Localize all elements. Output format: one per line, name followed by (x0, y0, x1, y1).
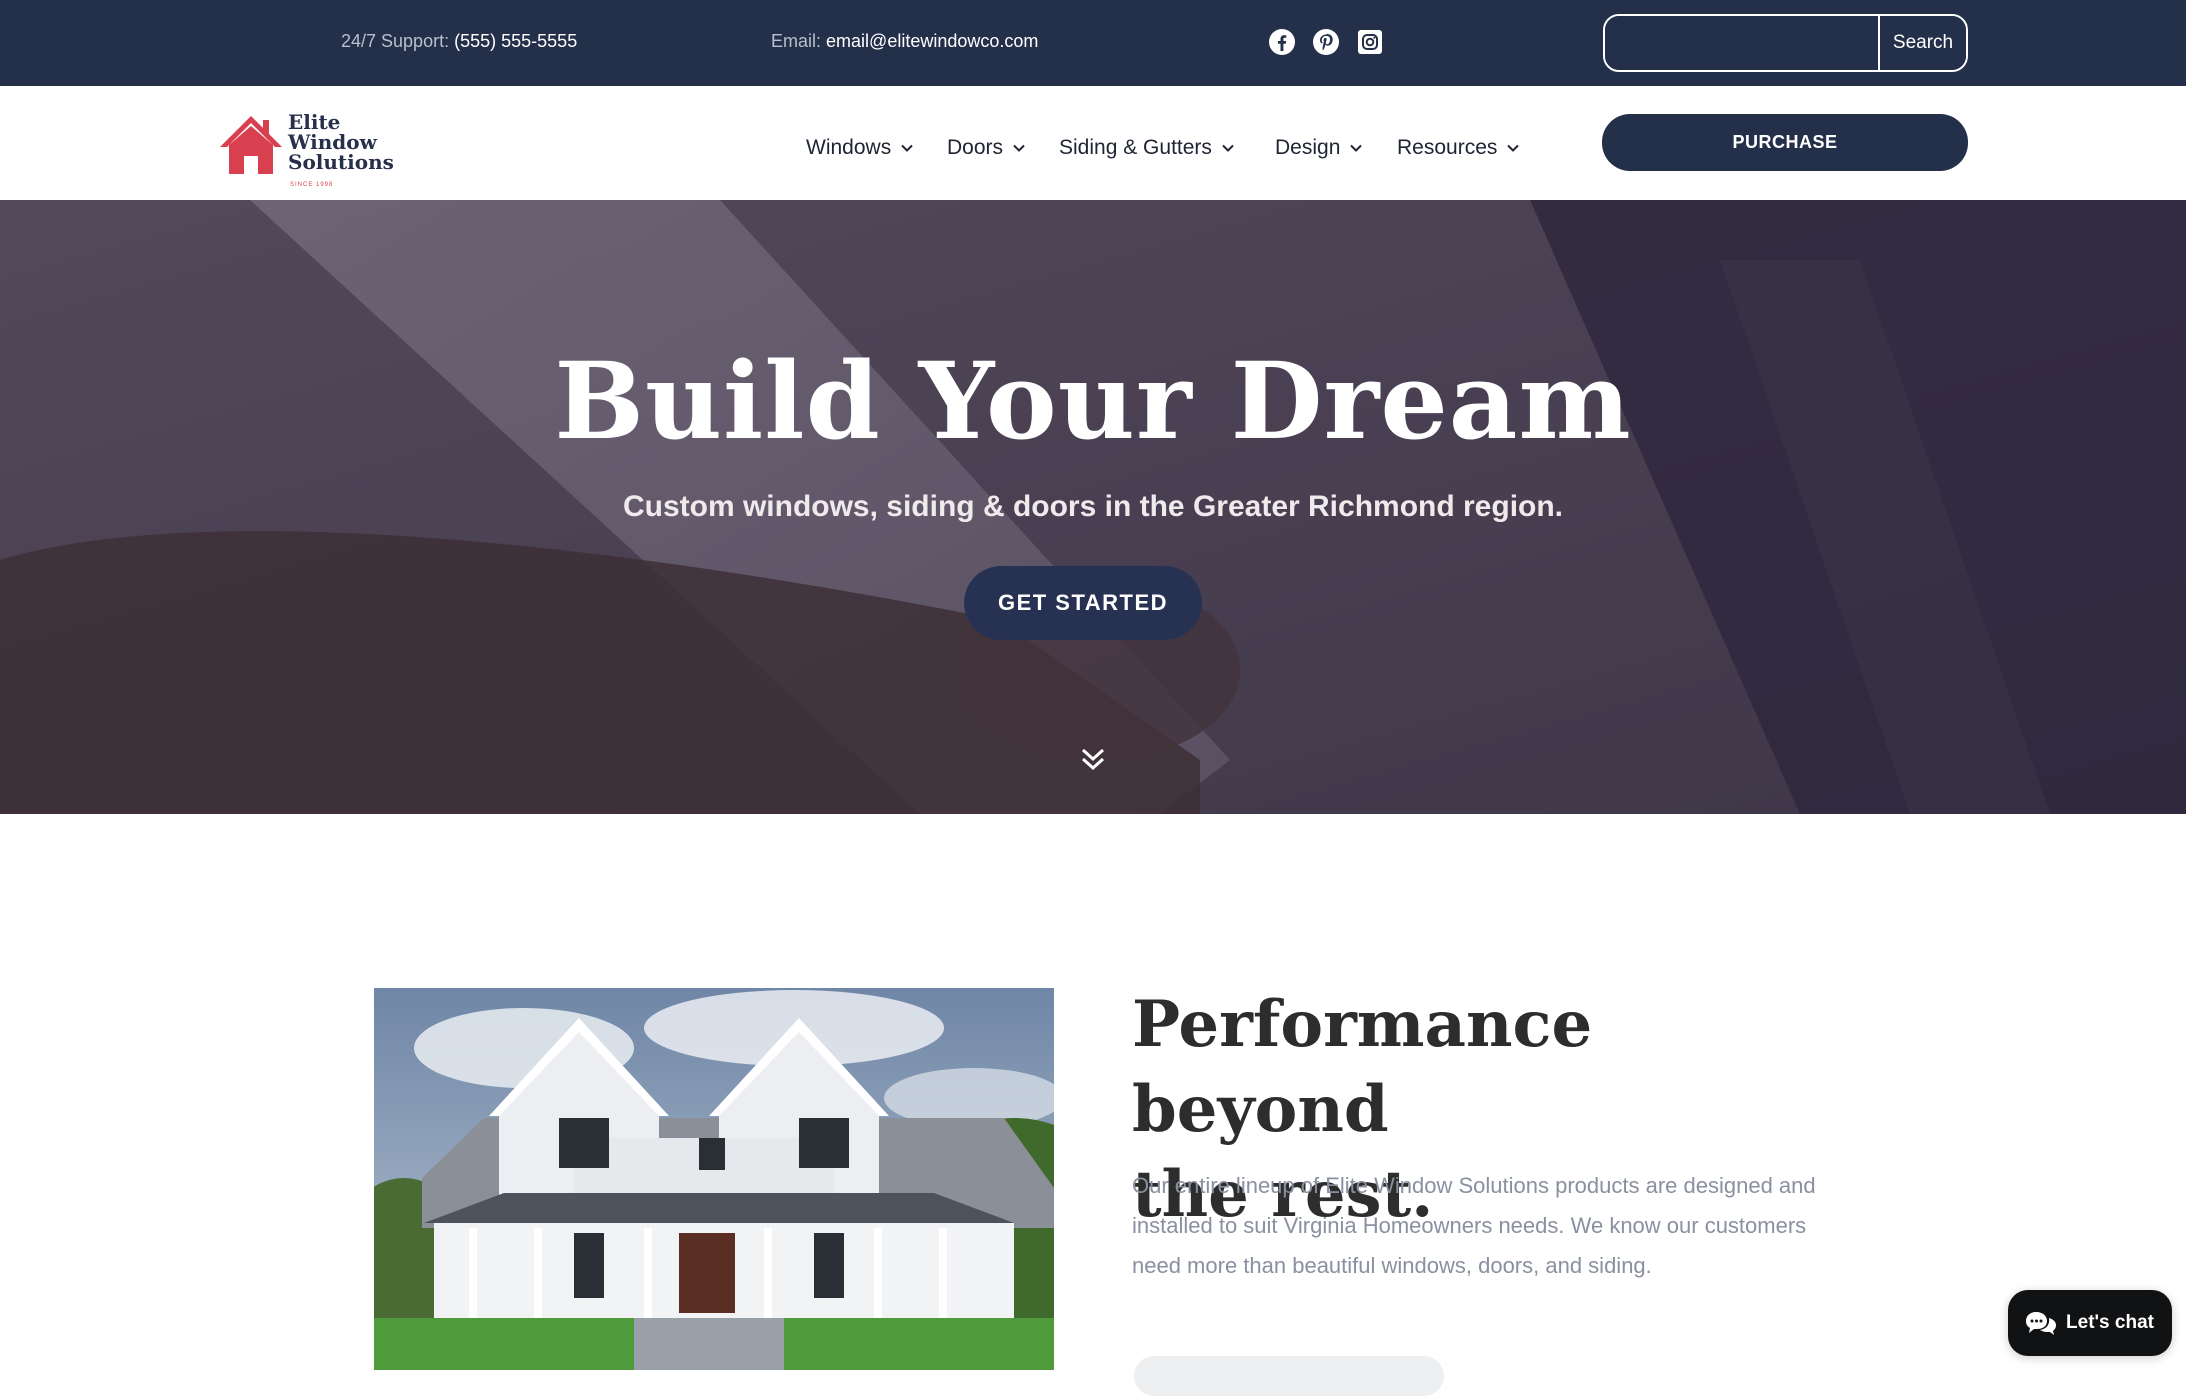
hero-title: Build Your Dream (554, 338, 1632, 463)
house-logo-icon (220, 116, 282, 174)
nav-label: Design (1275, 136, 1341, 159)
instagram-icon[interactable] (1356, 28, 1384, 56)
logo-since: SINCE 1998 (290, 182, 334, 188)
logo-line-2: Window (288, 130, 377, 154)
support-phone-value[interactable]: (555) 555-5555 (454, 31, 577, 51)
get-started-button[interactable]: GET STARTED (964, 566, 1202, 640)
hero-section: Build Your Dream Custom windows, siding … (0, 200, 2186, 814)
top-bar: 24/7 Support: (555) 555-5555 Email: emai… (0, 0, 2186, 86)
nav-label: Siding & Gutters (1059, 136, 1212, 159)
logo-line-1: Elite (288, 110, 341, 134)
search-input[interactable] (1605, 16, 1878, 70)
chevron-down-icon (901, 144, 913, 152)
scroll-down-icon[interactable] (1080, 746, 1106, 772)
hero-subtitle: Custom windows, siding & doors in the Gr… (622, 490, 1564, 523)
chevron-down-icon (1507, 144, 1520, 152)
nav-item-doors[interactable]: Doors (947, 136, 1025, 160)
nav-item-resources[interactable]: Resources (1397, 136, 1520, 160)
nav-label: Windows (806, 136, 892, 159)
section-body: Our entire lineup of Elite Window Soluti… (1132, 1173, 1816, 1278)
nav-item-design[interactable]: Design (1275, 136, 1363, 160)
nav-label: Doors (947, 136, 1004, 159)
email-label: Email: (771, 31, 822, 51)
site-logo[interactable]: Elite Window Solutions SINCE 1998 (218, 112, 394, 196)
chat-button[interactable]: Let's chat (2008, 1290, 2172, 1356)
contact-email[interactable]: Email: email@elitewindowco.com (771, 31, 1038, 52)
logo-line-3: Solutions (288, 150, 394, 174)
facebook-icon[interactable] (1268, 28, 1296, 56)
chat-bubbles-icon (2026, 1312, 2057, 1335)
main-navigation: Elite Window Solutions SINCE 1998 Window… (0, 86, 2186, 200)
chevron-down-icon (1350, 144, 1363, 152)
section-title-line-1: Performance beyond (1132, 987, 1593, 1147)
chevron-down-icon (1222, 144, 1234, 152)
pinterest-icon[interactable] (1312, 28, 1340, 56)
email-value[interactable]: email@elitewindowco.com (826, 31, 1038, 51)
nav-item-siding-gutters[interactable]: Siding & Gutters (1059, 136, 1234, 160)
purchase-button[interactable]: PURCHASE (1602, 114, 1968, 171)
search-button[interactable]: Search (1878, 16, 1966, 70)
nav-label: Resources (1397, 136, 1498, 159)
search-form: Search (1603, 14, 1968, 72)
chat-label: Let's chat (2066, 1312, 2154, 1333)
house-photo (374, 988, 1054, 1370)
support-phone[interactable]: 24/7 Support: (555) 555-5555 (341, 31, 577, 52)
social-links (1268, 28, 1384, 56)
chevron-down-icon (1013, 144, 1025, 152)
support-label: 24/7 Support: (341, 31, 450, 51)
nav-item-windows[interactable]: Windows (806, 136, 913, 160)
section-button[interactable] (1134, 1356, 1444, 1396)
logo-wordmark: Elite Window Solutions (288, 112, 394, 172)
